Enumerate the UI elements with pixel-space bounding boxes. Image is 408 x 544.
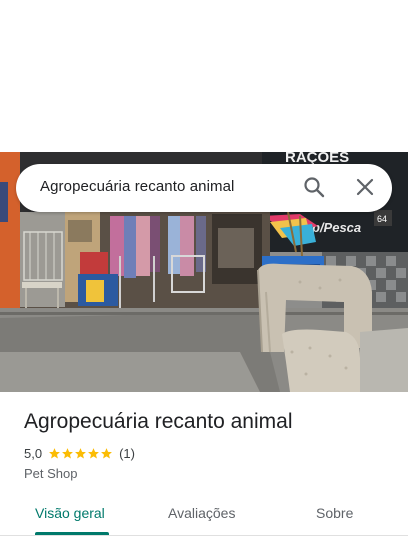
star-icon — [61, 447, 74, 460]
close-icon[interactable] — [355, 177, 375, 197]
star-icon — [48, 447, 61, 460]
tab-overview[interactable]: Visão geral — [35, 505, 105, 521]
search-bar[interactable]: Agropecuária recanto animal — [16, 164, 392, 212]
rating-value: 5,0 — [24, 445, 43, 461]
address-number: 64 — [377, 214, 387, 224]
rating-row[interactable]: 5,0 (1) — [24, 445, 135, 461]
tabs-divider — [0, 535, 408, 536]
tab-about[interactable]: Sobre — [316, 505, 353, 521]
tab-reviews[interactable]: Avaliações — [168, 505, 235, 521]
shop-sign-subtext: p/Pesca — [311, 220, 361, 235]
search-icon[interactable] — [303, 176, 325, 198]
search-input[interactable]: Agropecuária recanto animal — [40, 178, 234, 195]
star-rating — [48, 447, 113, 460]
map-blank-area — [0, 0, 408, 152]
star-icon — [74, 447, 87, 460]
star-icon — [87, 447, 100, 460]
star-icon — [100, 447, 113, 460]
place-category: Pet Shop — [24, 466, 78, 481]
review-count[interactable]: (1) — [119, 446, 135, 461]
place-title: Agropecuária recanto animal — [24, 410, 293, 433]
